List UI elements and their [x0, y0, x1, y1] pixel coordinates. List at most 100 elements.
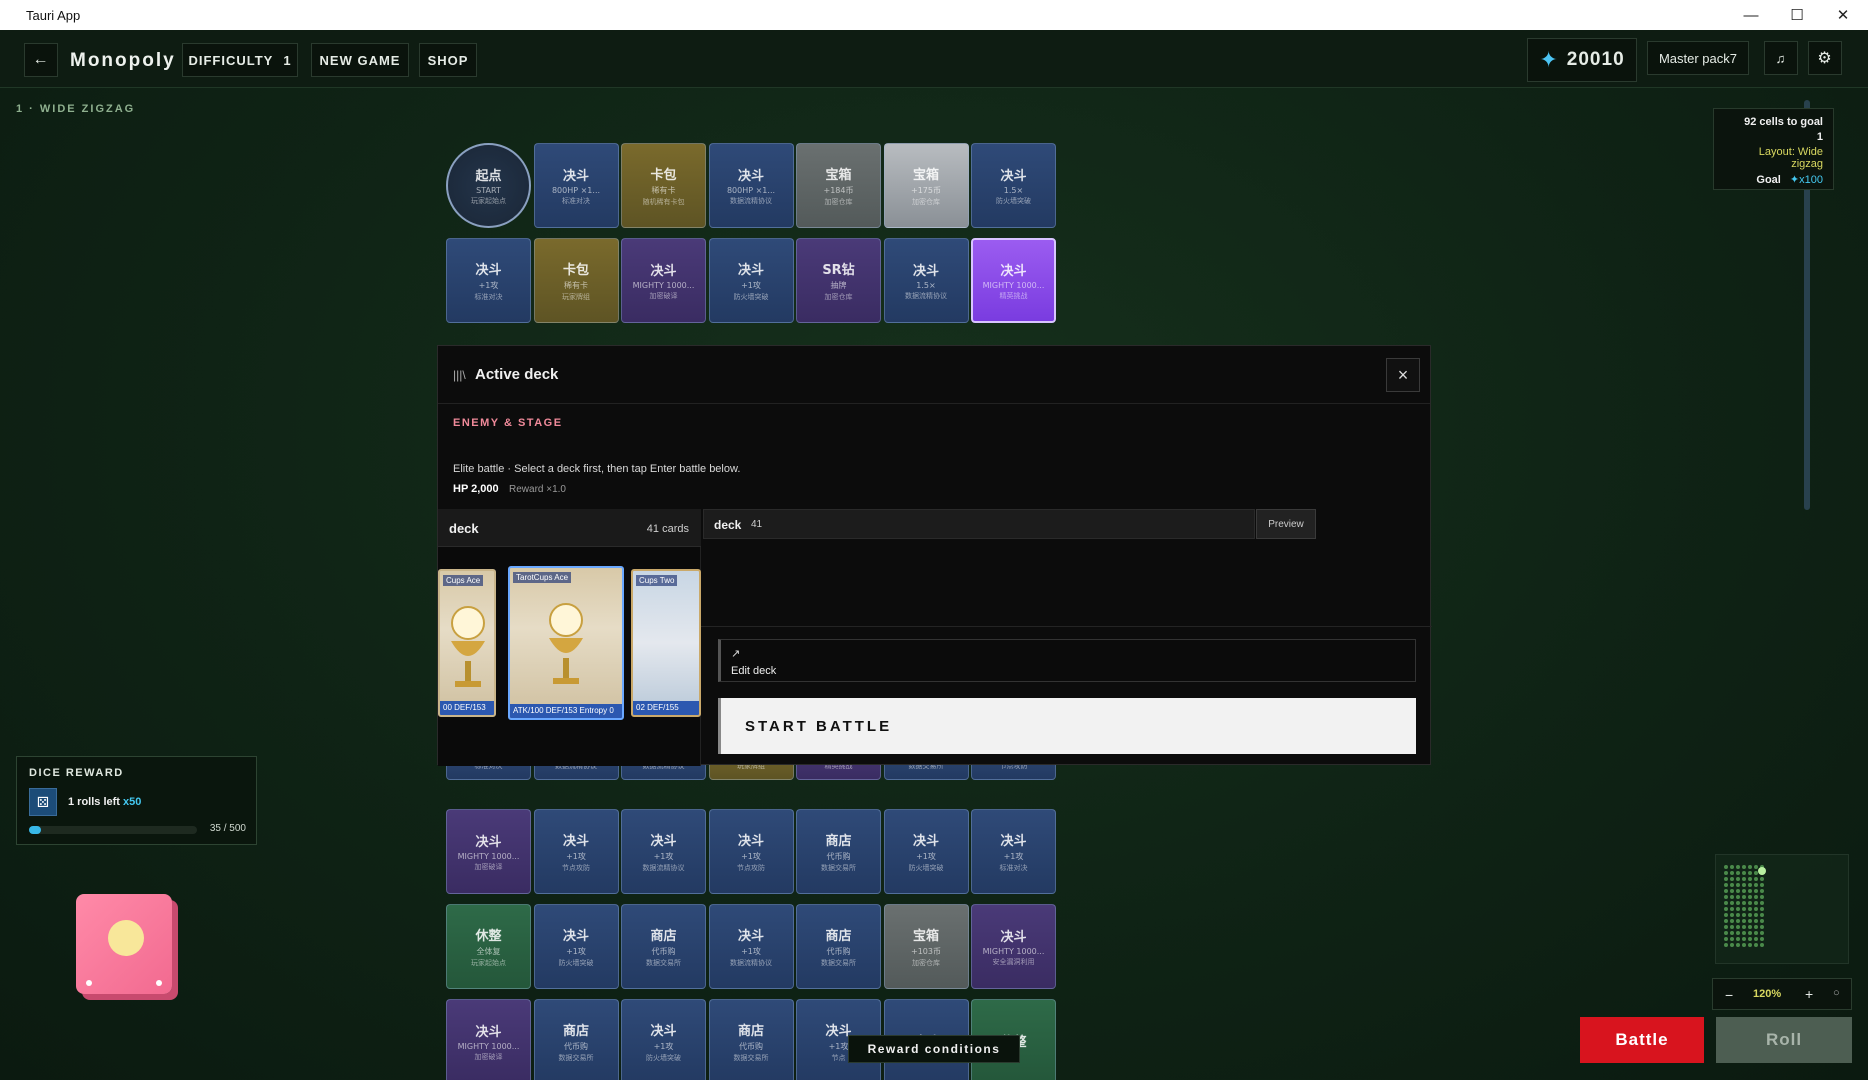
card-label: TarotCups Ace — [513, 572, 572, 583]
battle-button[interactable]: Battle — [1580, 1017, 1704, 1063]
board-cell[interactable]: 决斗 +1攻 数据流精协议 — [708, 904, 794, 989]
board-cell[interactable]: SR钻 抽牌 加密仓库 — [796, 238, 881, 323]
board-cell[interactable]: 决斗 MIGHTY 1000... 精英挑战 — [971, 238, 1056, 323]
board-cell[interactable]: 决斗 +1攻 防火墙突破 — [708, 238, 794, 323]
start-battle-button[interactable]: START BATTLE — [718, 698, 1416, 754]
minimap-dot — [1742, 913, 1746, 917]
board-cell[interactable]: 休整 全体复 玩家起始点 — [446, 904, 531, 989]
zoom-reset-icon[interactable]: ○ — [1833, 987, 1840, 999]
minimap-dot — [1754, 931, 1758, 935]
cell-type: 卡包 — [562, 263, 589, 278]
reward-multiplier: Reward ×1.0 — [509, 484, 566, 495]
deck-card-count: 41 cards — [646, 523, 689, 535]
shop-button[interactable]: SHOP — [419, 43, 477, 77]
minimap-dot — [1724, 931, 1728, 935]
minimap-dot — [1724, 907, 1728, 911]
board-cell[interactable]: 决斗 800HP ×1... 标准对决 — [533, 143, 619, 228]
new-game-button[interactable]: NEW GAME — [311, 43, 409, 77]
board-cell[interactable]: 商店 代币购 数据交易所 — [621, 904, 706, 989]
board-cell[interactable]: 决斗 1.5× 数据流精协议 — [883, 238, 969, 323]
board-cell[interactable]: 决斗 MIGHTY 1000... 加密破译 — [446, 809, 531, 894]
goal-reward: ✦x100 — [1789, 174, 1823, 186]
cell-effect: 代币购 — [564, 1042, 588, 1051]
deck-card[interactable]: Cups Two 02 DEF/155 — [631, 569, 701, 717]
minimap-dot — [1730, 919, 1734, 923]
board-cell[interactable]: 决斗 +1攻 标准对决 — [446, 238, 531, 323]
difficulty-label: DIFFICULTY — [188, 52, 274, 68]
cell-effect: 800HP ×1... — [726, 186, 776, 195]
board-cell[interactable]: 决斗 MIGHTY 1000... 加密破译 — [446, 999, 531, 1080]
cell-subtitle: 玩家起始点 — [471, 959, 506, 967]
board-cell[interactable]: 卡包 稀有卡 随机稀有卡包 — [621, 143, 706, 228]
cell-type: 商店 — [562, 1024, 589, 1039]
minimap-dot — [1736, 865, 1740, 869]
board-cell[interactable]: 商店 代币购 数据交易所 — [796, 904, 881, 989]
deck-card-selected[interactable]: TarotCups Ace ATK/100 DEF/153 Entropy 0 — [508, 566, 624, 720]
library-icon: |||\ — [453, 368, 466, 382]
board-cell[interactable]: 决斗 +1攻 防火墙突破 — [533, 904, 619, 989]
dice-multiplier: x50 — [123, 796, 142, 808]
minimap-dot — [1754, 907, 1758, 911]
minimap-dot — [1736, 919, 1740, 923]
board-cell[interactable]: 决斗 1.5× 防火墙突破 — [971, 143, 1056, 228]
modal-header: |||\ Active deck × — [438, 346, 1430, 404]
board-cell[interactable]: 起点 START 玩家起始点 — [446, 143, 531, 228]
cell-subtitle: 数据交易所 — [558, 1054, 594, 1062]
board-cell[interactable]: 卡包 稀有卡 玩家牌组 — [533, 238, 619, 323]
difficulty-button[interactable]: DIFFICULTY 1 — [182, 43, 298, 77]
cell-type: 决斗 — [562, 169, 589, 184]
board-cell[interactable]: 商店 代币购 数据交易所 — [796, 809, 881, 894]
close-window-icon[interactable]: ✕ — [1820, 0, 1866, 30]
minimap-dot — [1742, 931, 1746, 935]
zoom-in-button[interactable]: + — [1805, 986, 1813, 1002]
board-cell[interactable]: 决斗 +1攻 防火墙突破 — [621, 999, 706, 1080]
minimap-dot — [1730, 883, 1734, 887]
board-cell[interactable]: 商店 代币购 数据交易所 — [708, 999, 794, 1080]
board-cell[interactable]: 决斗 MIGHTY 1000... 安全漏洞利用 — [971, 904, 1056, 989]
board-cell[interactable]: 宝箱 +175币 加密仓库 — [883, 143, 969, 228]
settings-button[interactable]: ⚙ — [1808, 41, 1842, 75]
board-cell[interactable]: 商店代币购数据交易所 — [533, 999, 619, 1080]
board-cell[interactable]: 决斗 +1攻 标准对决 — [971, 809, 1056, 894]
maximize-icon[interactable]: ☐ — [1774, 0, 1820, 30]
reward-conditions-button[interactable]: Reward conditions — [848, 1035, 1020, 1063]
pack-button[interactable]: Master pack7 — [1647, 41, 1749, 75]
cell-effect: 代币购 — [651, 947, 676, 956]
cell-effect: 抽牌 — [830, 281, 847, 290]
minimap-dot — [1724, 889, 1728, 893]
edit-deck-button[interactable]: ↗ Edit deck — [718, 639, 1416, 682]
cell-subtitle: 玩家牌组 — [562, 293, 590, 301]
board-cell[interactable]: 决斗 MIGHTY 1000... 加密破译 — [621, 238, 706, 323]
board-cell[interactable]: 宝箱 +184币 加密仓库 — [796, 143, 881, 228]
deck-selector[interactable]: deck 41 cards Cups Ace 00 DEF/153 TarotC… — [438, 509, 701, 766]
roll-button[interactable]: Roll — [1716, 1017, 1852, 1063]
card-stats: 02 DEF/155 — [633, 701, 699, 715]
cell-effect: MIGHTY 1000... — [457, 1042, 520, 1051]
cell-type: 商店 — [737, 1024, 764, 1039]
cell-effect: +1攻 — [916, 852, 936, 861]
back-button[interactable]: ← — [24, 43, 58, 77]
cell-subtitle: 加密破译 — [649, 292, 678, 300]
board-cell[interactable]: 决斗 +1攻 节点攻防 — [533, 809, 619, 894]
minimap-dot — [1760, 919, 1764, 923]
board-cell[interactable]: 决斗 +1攻 防火墙突破 — [883, 809, 969, 894]
minimize-icon[interactable]: — — [1728, 0, 1774, 30]
board-cell[interactable]: 决斗 +1攻 节点攻防 — [708, 809, 794, 894]
board-cell[interactable]: 决斗 +1攻 数据流精协议 — [621, 809, 706, 894]
cell-effect: MIGHTY 1000... — [632, 281, 695, 290]
dice-button[interactable] — [76, 894, 172, 994]
close-button[interactable]: × — [1386, 358, 1420, 392]
difficulty-value: 1 — [283, 52, 292, 68]
board-cell[interactable]: 宝箱 +103币 加密仓库 — [883, 904, 969, 989]
minimap[interactable] — [1715, 854, 1849, 964]
deck-card[interactable]: Cups Ace 00 DEF/153 — [438, 569, 496, 717]
cell-subtitle: 加密破译 — [474, 863, 503, 871]
music-button[interactable]: ♫ — [1764, 41, 1798, 75]
zoom-out-button[interactable]: − — [1725, 987, 1733, 1003]
preview-button[interactable]: Preview — [1256, 509, 1316, 539]
active-deck-modal: |||\ Active deck × ENEMY & STAGE Elite b… — [437, 345, 1432, 766]
selected-deck-bar[interactable]: deck 41 — [703, 509, 1255, 539]
board-cell[interactable]: 决斗 800HP ×1... 数据流精协议 — [708, 143, 794, 228]
minimap-dot — [1754, 913, 1758, 917]
zoom-controls: − 120% + ○ — [1712, 978, 1852, 1010]
